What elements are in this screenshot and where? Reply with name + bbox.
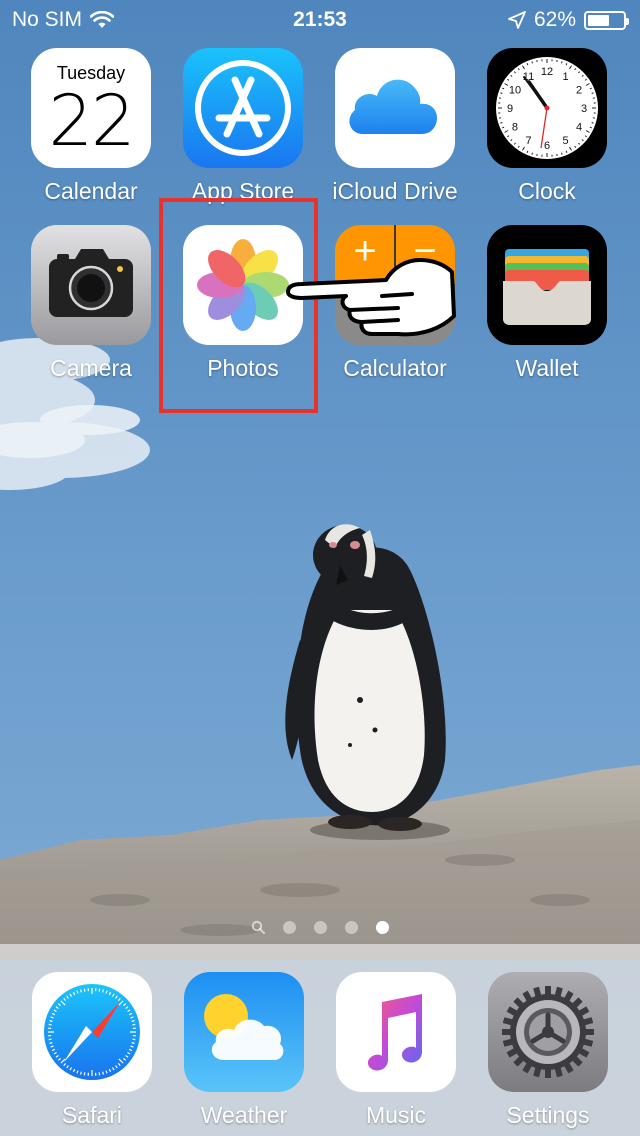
app-app-store[interactable]: App Store: [167, 48, 319, 205]
spotlight-search-icon: [251, 920, 265, 934]
clock-number: 8: [512, 122, 518, 134]
weather-icon: [184, 972, 304, 1092]
page-dot-current: [376, 920, 389, 934]
dock-safari-label: Safari: [61, 1102, 123, 1128]
page-dot: [283, 920, 296, 934]
wallet-icon: [487, 225, 607, 345]
battery-icon: [584, 10, 629, 30]
clock-number: 12: [541, 66, 553, 78]
app-clock[interactable]: 12 1 2 3 4 5 6 7 8 9 10 11 Clock: [471, 48, 623, 205]
clock-number: 2: [576, 85, 582, 97]
dock-music[interactable]: Music: [320, 972, 472, 1129]
clock-icon: 12 1 2 3 4 5 6 7 8 9 10 11: [487, 48, 607, 168]
clock-number: 9: [507, 103, 513, 115]
clock-number: 7: [525, 135, 531, 147]
clock-number: 5: [562, 135, 568, 147]
app-icloud-drive-label: iCloud Drive: [332, 178, 458, 204]
page-indicator[interactable]: [0, 920, 640, 934]
hand-pointer-icon: [286, 258, 456, 337]
icloud-drive-icon: [335, 48, 455, 168]
app-calendar[interactable]: Tuesday 22 Calendar: [15, 48, 167, 205]
dock-weather-label: Weather: [200, 1102, 288, 1128]
clock-number: 10: [509, 85, 521, 97]
calendar-date: 22: [48, 80, 135, 162]
app-camera[interactable]: Camera: [15, 225, 167, 382]
app-clock-label: Clock: [518, 178, 576, 204]
dock-music-label: Music: [365, 1102, 427, 1128]
page-dot: [345, 920, 358, 934]
clock-number: 1: [562, 71, 568, 83]
app-store-icon: [183, 48, 303, 168]
dock-weather[interactable]: Weather: [168, 972, 320, 1129]
music-icon: [336, 972, 456, 1092]
clock-number: 4: [576, 122, 582, 134]
status-right: 62%: [508, 8, 629, 32]
app-calculator-label: Calculator: [343, 355, 447, 381]
camera-icon: [31, 225, 151, 345]
dock-settings[interactable]: Settings: [472, 972, 624, 1129]
page-dot: [314, 920, 327, 934]
app-icloud-drive[interactable]: iCloud Drive: [319, 48, 471, 205]
app-calendar-label: Calendar: [44, 178, 138, 204]
app-wallet[interactable]: Wallet: [471, 225, 623, 382]
app-camera-label: Camera: [50, 355, 132, 381]
app-wallet-label: Wallet: [515, 355, 579, 381]
settings-icon: [488, 972, 608, 1092]
dock-safari[interactable]: Safari: [16, 972, 168, 1129]
battery-percent: 62%: [533, 8, 576, 31]
clock-number: 6: [544, 140, 550, 152]
dock-settings-label: Settings: [506, 1102, 590, 1128]
calendar-icon: Tuesday 22: [31, 48, 151, 168]
location-arrow-icon: [508, 11, 526, 29]
clock-number: 3: [581, 103, 587, 115]
status-bar: No SIM 21:53 62%: [0, 0, 640, 40]
safari-icon: [32, 972, 152, 1092]
